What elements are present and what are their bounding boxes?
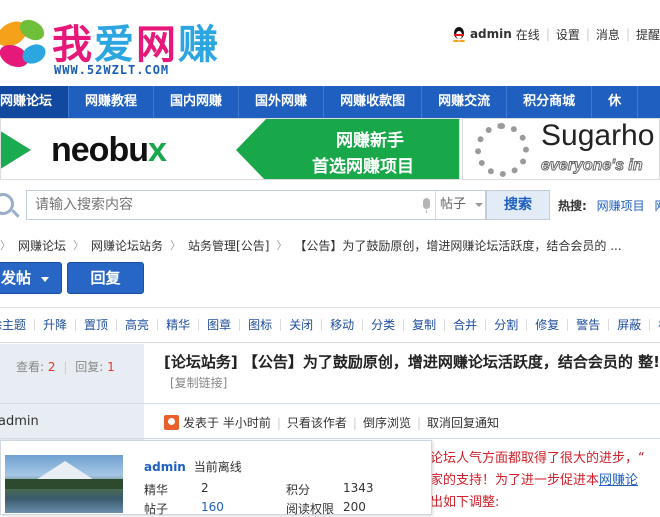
card-status: 当前离线: [193, 460, 242, 474]
banner-line2: 首选网赚项目: [312, 157, 414, 177]
user-nav: admin 在线 | 设置 | 消息 | 提醒: [452, 26, 660, 42]
search-button[interactable]: 搜索: [486, 190, 550, 220]
search-input[interactable]: [27, 191, 417, 219]
new-post-button[interactable]: 发帖: [0, 262, 62, 294]
thread-title: [论坛站务] 【公告】为了鼓励原创，增进网赚论坛活跃度，结合会员的 整![复制链…: [164, 353, 660, 390]
breadcrumb-item[interactable]: 网赚论坛站务: [91, 237, 163, 254]
nav-domestic[interactable]: 国内网赚: [154, 86, 240, 118]
mod-split[interactable]: 分割: [486, 319, 528, 331]
stat-digest: 精华 2: [144, 481, 209, 497]
logo-petals-icon: [0, 19, 46, 68]
mod-digest[interactable]: 精华: [158, 319, 200, 331]
qq-penguin-icon: [452, 26, 465, 42]
mod-bump[interactable]: 升降: [35, 319, 77, 331]
copy-link[interactable]: [复制链接]: [170, 376, 227, 390]
mod-delete-thread[interactable]: 除主题: [0, 319, 36, 331]
search-type-select[interactable]: 帖子: [435, 191, 487, 219]
only-author-link[interactable]: 只看该作者: [287, 414, 347, 431]
breadcrumb-item[interactable]: 站务管理[公告]: [188, 237, 269, 254]
post-body: 论坛人气方面都取得了很大的进步，“ 家的支持！为了进一步促进本网赚论 出如下调整…: [430, 451, 645, 510]
nav-more[interactable]: 休: [592, 86, 639, 118]
nav-exchange[interactable]: 网赚交流: [422, 86, 508, 118]
author-name[interactable]: admin: [0, 414, 39, 429]
header: 我爱网赚 WWW.52WZLT.COM admin 在线 | 设置 | 消息 |…: [0, 0, 660, 86]
mod-warn[interactable]: 警告: [568, 319, 610, 331]
reply-count: 1: [107, 360, 115, 374]
messages-link[interactable]: 消息: [596, 26, 620, 43]
settings-link[interactable]: 设置: [556, 26, 580, 43]
post-time: 发表于 半小时前: [183, 416, 271, 430]
stat-read-permission: 阅读权限 200: [286, 500, 366, 516]
mod-stamp[interactable]: 图章: [199, 319, 241, 331]
nav-points-mall[interactable]: 积分商城: [507, 86, 593, 118]
search-box: 帖子: [26, 190, 486, 220]
mod-category[interactable]: 分类: [363, 319, 405, 331]
user-card-popup: admin 当前离线 精华 2 积分 1343 帖子 160 阅读权限 200: [0, 440, 432, 516]
mod-repair[interactable]: 修复: [527, 319, 569, 331]
main-nav: 网赚论坛 网赚教程 国内网赚 国外网赚 网赚收款图 网赚交流 积分商城 休: [0, 86, 660, 118]
stat-posts: 帖子 160: [144, 500, 224, 516]
reply-button[interactable]: 回复: [67, 262, 144, 294]
reverse-order-link[interactable]: 倒序浏览: [363, 414, 411, 431]
nav-forum[interactable]: 网赚论坛: [0, 86, 70, 118]
banner2-tagline: everyone's in: [541, 157, 644, 175]
nav-foreign[interactable]: 国外网赚: [239, 86, 325, 118]
card-username[interactable]: admin: [144, 460, 186, 474]
mod-move[interactable]: 移动: [322, 319, 364, 331]
chevron-down-icon: [41, 277, 49, 282]
avatar[interactable]: [5, 455, 123, 513]
mod-icon[interactable]: 图标: [240, 319, 282, 331]
thread-stats: 查看: 2 | 回复: 1: [16, 360, 115, 374]
post-info-bar: 发表于 半小时前 | 只看该作者 | 倒序浏览 | 取消回复通知: [144, 403, 660, 439]
search-bar: 帖子 搜索 热搜: 网赚项目 网: [0, 185, 660, 225]
logo-text: 我爱网赚: [52, 22, 220, 68]
mod-merge[interactable]: 合并: [445, 319, 487, 331]
user-icon: [164, 415, 179, 430]
online-status: 在线: [515, 27, 540, 42]
sugarhouse-banner[interactable]: Sugarho everyone's in: [462, 118, 660, 180]
mod-highlight[interactable]: 高亮: [117, 319, 159, 331]
site-logo[interactable]: 我爱网赚 WWW.52WZLT.COM: [0, 8, 240, 80]
breadcrumb-current: 【公告】为了鼓励原创，增进网赚论坛活跃度，结合会员的 ...: [294, 238, 622, 253]
username-link[interactable]: admin: [470, 27, 512, 41]
cancel-notify-link[interactable]: 取消回复通知: [427, 414, 499, 431]
mod-copy[interactable]: 复制: [404, 319, 446, 331]
dotted-ring-icon: [475, 123, 529, 177]
mod-close[interactable]: 关闭: [281, 319, 323, 331]
hot-link[interactable]: 网赚项目: [597, 199, 645, 213]
logo-url: WWW.52WZLT.COM: [54, 63, 170, 77]
microphone-icon[interactable]: [423, 198, 430, 213]
view-count: 2: [47, 360, 56, 374]
forum-link[interactable]: 网赚论: [599, 473, 638, 488]
banner2-title: Sugarho: [541, 119, 655, 152]
mod-tags[interactable]: 标签: [650, 319, 660, 331]
neobux-banner[interactable]: neobux 网赚新手 首选网赚项目: [0, 118, 460, 180]
banner-line1: 网赚新手: [336, 131, 404, 151]
author-row: admin: [0, 403, 144, 439]
mod-block[interactable]: 屏蔽: [609, 319, 651, 331]
search-icon: [0, 193, 14, 215]
notifications-link[interactable]: 提醒: [636, 26, 660, 43]
nav-payments[interactable]: 网赚收款图: [324, 86, 423, 118]
stat-points: 积分 1343: [286, 481, 374, 497]
hot-searches: 热搜: 网赚项目 网: [558, 197, 660, 214]
breadcrumb: 〉 网赚论坛 〉 网赚论坛站务 〉 站务管理[公告] 〉 【公告】为了鼓励原创，…: [0, 237, 622, 254]
chevron-down-icon: [475, 203, 483, 207]
neobux-logo: neobux: [51, 131, 167, 169]
mod-sticky[interactable]: 置顶: [76, 319, 118, 331]
nav-tutorials[interactable]: 网赚教程: [69, 86, 155, 118]
hot-link[interactable]: 网: [654, 199, 660, 213]
moderation-toolbar: 除主题 升降 置顶 高亮 精华 图章 图标 关闭 移动 分类 复制 合并 分割 …: [0, 307, 660, 343]
breadcrumb-item[interactable]: 网赚论坛: [18, 237, 66, 254]
